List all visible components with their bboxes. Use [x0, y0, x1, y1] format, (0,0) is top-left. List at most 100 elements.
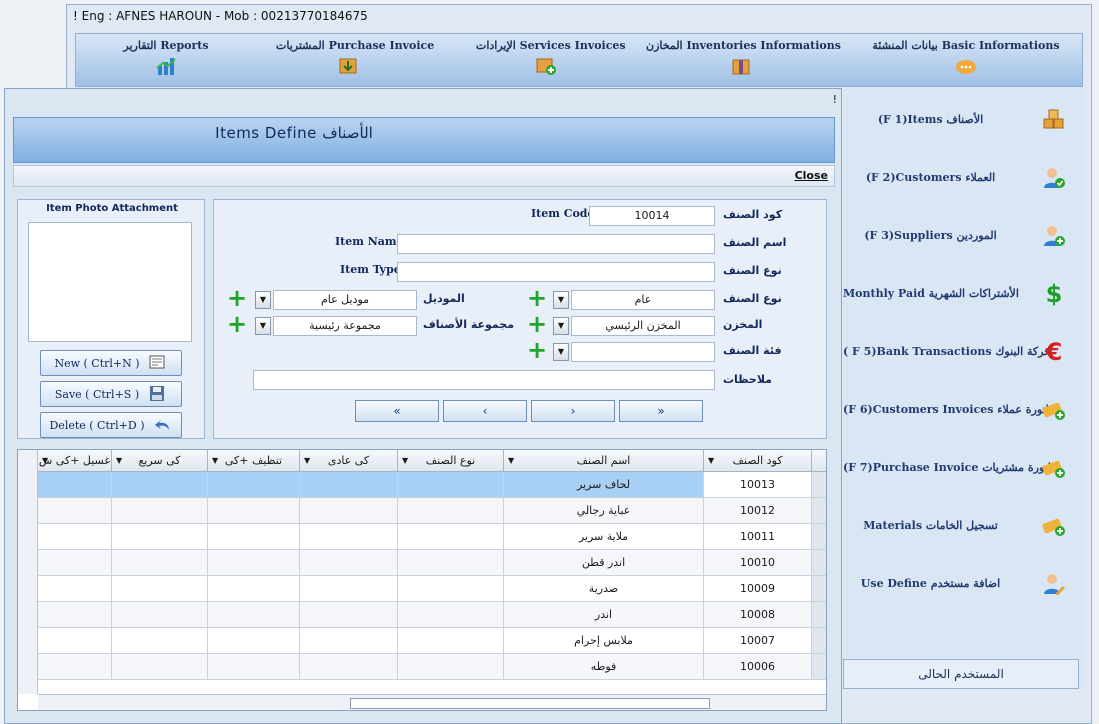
cell-empty[interactable] — [112, 628, 208, 654]
grid-header-wash-iron[interactable]: ▼ غسيل +كى س — [38, 450, 112, 472]
cell-name[interactable]: اندر — [504, 602, 704, 628]
cell-name[interactable]: فوطه — [504, 654, 704, 680]
cell-empty[interactable] — [398, 550, 504, 576]
menu-basic-informations[interactable]: بيانات المنشئة Basic Informations — [868, 39, 1064, 83]
cell-empty[interactable] — [38, 602, 112, 628]
cell-empty[interactable] — [112, 472, 208, 498]
side-item-materials[interactable]: Materials تسجيل الخامات — [843, 503, 1083, 555]
cell-empty[interactable] — [398, 602, 504, 628]
cell-code[interactable]: 10006 — [704, 654, 812, 680]
table-row[interactable]: 10011 ملاية سرير — [18, 524, 826, 550]
cell-name[interactable]: لحاف سرير — [504, 472, 704, 498]
side-item-purchase-invoice[interactable]: (F 7)Purchase Invoice فاتورة مشتريات — [843, 445, 1083, 497]
cell-empty[interactable] — [300, 628, 398, 654]
row-header[interactable] — [812, 654, 826, 680]
cell-empty[interactable] — [208, 472, 300, 498]
side-item-suppliers[interactable]: (F 3)Suppliers الموردين — [843, 213, 1083, 265]
cell-name[interactable]: ملابس إحرام — [504, 628, 704, 654]
cell-empty[interactable] — [38, 550, 112, 576]
table-row[interactable]: 10008 اندر — [18, 602, 826, 628]
cell-code[interactable]: 10008 — [704, 602, 812, 628]
cell-empty[interactable] — [112, 550, 208, 576]
cell-empty[interactable] — [398, 524, 504, 550]
add-type-plus-icon[interactable]: + — [527, 286, 547, 310]
cell-empty[interactable] — [112, 576, 208, 602]
add-store-plus-icon[interactable]: + — [527, 312, 547, 336]
item-type-input[interactable] — [397, 262, 715, 282]
cell-empty[interactable] — [398, 498, 504, 524]
cell-name[interactable]: اندر قطن — [504, 550, 704, 576]
nav-prev-button[interactable]: ‹ — [443, 400, 527, 422]
delete-button[interactable]: Delete ( Ctrl+D ) — [40, 412, 182, 438]
cell-empty[interactable] — [208, 498, 300, 524]
type-dropdown-arrow[interactable]: ▼ — [553, 291, 569, 309]
new-button[interactable]: New ( Ctrl+N ) — [40, 350, 182, 376]
table-row[interactable]: 10009 صدرية — [18, 576, 826, 602]
notes-input[interactable] — [253, 370, 715, 390]
cell-code[interactable]: 10010 — [704, 550, 812, 576]
row-header[interactable] — [812, 498, 826, 524]
cell-empty[interactable] — [300, 602, 398, 628]
cell-empty[interactable] — [38, 576, 112, 602]
cell-empty[interactable] — [208, 602, 300, 628]
table-row[interactable]: 10006 فوطه — [18, 654, 826, 680]
items-grid[interactable]: ▼ كود الصنف ▼ اسم الصنف ▼ نوع الصنف ▼ كى عاد… — [17, 449, 827, 711]
table-row[interactable]: 10010 اندر قطن — [18, 550, 826, 576]
nav-next-button[interactable]: › — [531, 400, 615, 422]
menu-services-invoices[interactable]: الإيرادات Services Invoices — [476, 39, 626, 83]
side-item-customers-invoices[interactable]: (F 6)Customers Invoices فاتورة عملاء — [843, 387, 1083, 439]
group-select[interactable]: مجموعة رئيسية — [273, 316, 417, 336]
cell-empty[interactable] — [300, 550, 398, 576]
cell-empty[interactable] — [300, 498, 398, 524]
nav-first-button[interactable]: « — [355, 400, 439, 422]
cell-empty[interactable] — [38, 654, 112, 680]
cell-empty[interactable] — [208, 654, 300, 680]
cell-code[interactable]: 10007 — [704, 628, 812, 654]
grid-header-name[interactable]: ▼ اسم الصنف — [504, 450, 704, 472]
cell-code[interactable]: 10009 — [704, 576, 812, 602]
cell-empty[interactable] — [112, 654, 208, 680]
vertical-scrollbar[interactable] — [18, 450, 38, 694]
photo-box[interactable] — [28, 222, 192, 342]
grid-header-code[interactable]: ▼ كود الصنف — [704, 450, 812, 472]
cell-code[interactable]: 10011 — [704, 524, 812, 550]
close-link[interactable]: Close — [795, 169, 828, 182]
cell-empty[interactable] — [38, 498, 112, 524]
cell-empty[interactable] — [398, 628, 504, 654]
menu-reports[interactable]: التقارير Reports — [106, 39, 226, 83]
cell-empty[interactable] — [398, 576, 504, 602]
item-name-input[interactable] — [397, 234, 715, 254]
grid-header-type[interactable]: ▼ نوع الصنف — [398, 450, 504, 472]
side-item-user-define[interactable]: Use Define اضافة مستخدم — [843, 561, 1083, 613]
row-header[interactable] — [812, 628, 826, 654]
row-header[interactable] — [812, 524, 826, 550]
add-model-plus-icon[interactable]: + — [227, 286, 247, 310]
row-header[interactable] — [812, 576, 826, 602]
cell-empty[interactable] — [208, 550, 300, 576]
cell-name[interactable]: عباية رجالي — [504, 498, 704, 524]
type-select[interactable]: عام — [571, 290, 715, 310]
cell-code[interactable]: 10012 — [704, 498, 812, 524]
cell-empty[interactable] — [208, 628, 300, 654]
table-row[interactable]: 10013 لحاف سرير — [18, 472, 826, 498]
row-header[interactable] — [812, 550, 826, 576]
row-header[interactable] — [812, 472, 826, 498]
cell-empty[interactable] — [112, 524, 208, 550]
cell-empty[interactable] — [38, 472, 112, 498]
table-row[interactable]: 10012 عباية رجالي — [18, 498, 826, 524]
cell-empty[interactable] — [38, 628, 112, 654]
group-dropdown-arrow[interactable]: ▼ — [255, 317, 271, 335]
table-row[interactable]: 10007 ملابس إحرام — [18, 628, 826, 654]
store-dropdown-arrow[interactable]: ▼ — [553, 317, 569, 335]
store-select[interactable]: المخزن الرئيسي — [571, 316, 715, 336]
model-dropdown-arrow[interactable]: ▼ — [255, 291, 271, 309]
scroll-thumb[interactable] — [350, 698, 710, 709]
item-code-input[interactable]: 10014 — [589, 206, 715, 226]
cell-empty[interactable] — [208, 524, 300, 550]
category-select[interactable] — [571, 342, 715, 362]
side-item-customers[interactable]: (F 2)Customers العملاء — [843, 155, 1083, 207]
cell-name[interactable]: ملاية سرير — [504, 524, 704, 550]
cell-empty[interactable] — [300, 654, 398, 680]
cell-empty[interactable] — [398, 472, 504, 498]
category-dropdown-arrow[interactable]: ▼ — [553, 343, 569, 361]
